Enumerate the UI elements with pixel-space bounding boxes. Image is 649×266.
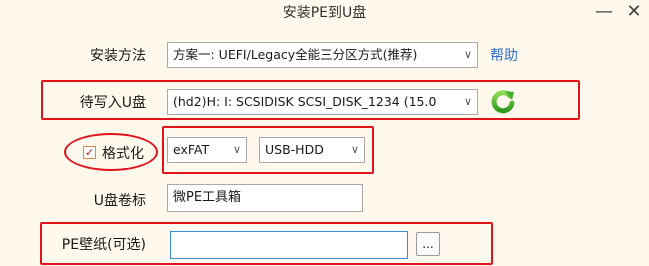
target-disk-value: (hd2)H: I: SCSIDISK SCSI_DISK_1234 (15.0: [173, 94, 437, 109]
volume-label-input[interactable]: 微PE工具箱: [167, 184, 363, 212]
minimize-button[interactable]: —: [594, 2, 614, 22]
filesystem-value: exFAT: [173, 142, 210, 157]
filesystem-dropdown[interactable]: exFAT ∨: [167, 137, 247, 163]
boot-mode-value: USB-HDD: [265, 142, 324, 157]
install-method-value: 方案一: UEFI/Legacy全能三分区方式(推荐): [173, 47, 418, 62]
chevron-down-icon: ∨: [228, 138, 246, 162]
refresh-icon[interactable]: [489, 88, 517, 116]
chevron-down-icon: ∨: [346, 138, 364, 162]
chevron-down-icon: ∨: [459, 43, 477, 67]
install-method-label: 安装方法: [90, 48, 146, 64]
wallpaper-path-input[interactable]: [170, 231, 408, 259]
window-title: 安装PE到U盘: [282, 5, 367, 21]
volume-label-label: U盘卷标: [93, 193, 146, 209]
chevron-down-icon: ∨: [459, 90, 477, 114]
boot-mode-dropdown[interactable]: USB-HDD ∨: [259, 137, 365, 163]
target-disk-label: 待写入U盘: [79, 95, 146, 111]
help-link[interactable]: 帮助: [490, 45, 518, 65]
target-disk-dropdown[interactable]: (hd2)H: I: SCSIDISK SCSI_DISK_1234 (15.0…: [167, 89, 478, 115]
format-checkbox[interactable]: ✓: [83, 146, 96, 159]
format-label: 格式化: [102, 146, 144, 162]
close-button[interactable]: ✕: [624, 2, 644, 22]
install-method-dropdown[interactable]: 方案一: UEFI/Legacy全能三分区方式(推荐) ∨: [167, 42, 478, 68]
wallpaper-label: PE壁纸(可选): [61, 237, 146, 253]
browse-button[interactable]: ...: [416, 232, 440, 256]
